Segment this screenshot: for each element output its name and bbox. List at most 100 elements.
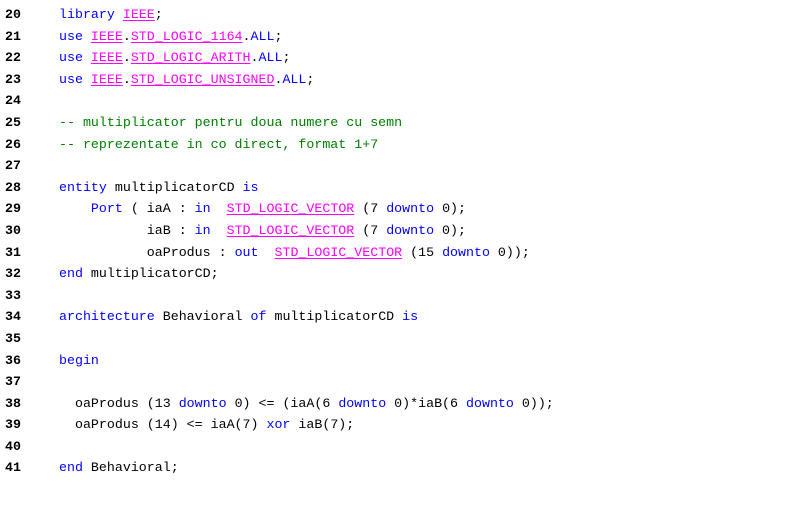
code-text[interactable]: end multiplicatorCD; <box>59 263 219 285</box>
keyword-token: Port <box>90 201 123 217</box>
keyword-token: library <box>59 7 123 22</box>
code-text[interactable]: oaProdus (13 downto 0) <= (iaA(6 downto … <box>59 393 554 415</box>
code-text[interactable]: use IEEE.STD_LOGIC_1164.ALL; <box>59 26 282 48</box>
code-text[interactable]: library IEEE; <box>59 4 163 26</box>
code-line[interactable]: 34 architecture Behavioral of multiplicat… <box>0 306 808 328</box>
text-token: 0); <box>434 222 466 238</box>
code-line[interactable]: 23 use IEEE.STD_LOGIC_UNSIGNED.ALL; <box>0 69 808 91</box>
line-number: 37 <box>5 374 21 390</box>
code-line[interactable]: 31 oaProdus : out STD_LOGIC_VECTOR (15 d… <box>0 242 808 264</box>
code-line[interactable]: 41 end Behavioral; <box>0 457 808 479</box>
line-number: 25 <box>5 114 21 130</box>
code-text[interactable]: -- multiplicator pentru doua numere cu s… <box>59 112 402 134</box>
code-line[interactable]: 26 -- reprezentate in co direct, format 1… <box>0 134 808 156</box>
keyword-token: xor <box>266 417 291 433</box>
keyword-token: in <box>194 222 211 238</box>
code-text[interactable]: iaB : in STD_LOGIC_VECTOR (7 downto 0); <box>59 220 466 242</box>
text-token: iaB : <box>59 222 195 238</box>
code-text[interactable]: oaProdus : out STD_LOGIC_VECTOR (15 down… <box>59 242 530 264</box>
code-line[interactable]: 21 use IEEE.STD_LOGIC_1164.ALL; <box>0 26 808 48</box>
keyword-token: end <box>59 266 91 282</box>
keyword-token: is <box>242 179 259 195</box>
code-editor[interactable]: 20 library IEEE; 21 use IEEE.STD_LOGIC_1164… <box>0 0 808 525</box>
code-line[interactable]: 22 use IEEE.STD_LOGIC_ARITH.ALL; <box>0 47 808 69</box>
code-text[interactable]: oaProdus (14) <= iaA(7) xor iaB(7); <box>59 414 354 436</box>
text-token: ; <box>282 50 291 66</box>
code-line[interactable]: 30 iaB : in STD_LOGIC_VECTOR (7 downto 0… <box>0 220 808 242</box>
library-token: STD_LOGIC_ARITH <box>130 50 251 66</box>
text-token: ; <box>306 71 315 87</box>
keyword-token: architecture <box>59 309 163 325</box>
text-token: iaB(7); <box>290 417 355 433</box>
library-token: STD_LOGIC_VECTOR <box>226 201 355 217</box>
text-token: . <box>122 28 131 44</box>
line-number: 27 <box>5 158 21 174</box>
code-line[interactable]: 32 end multiplicatorCD; <box>0 263 808 285</box>
library-token: STD_LOGIC_VECTOR <box>226 222 355 238</box>
library-token: STD_LOGIC_UNSIGNED <box>130 71 275 87</box>
text-token: Behavioral; <box>90 460 179 476</box>
line-number: 28 <box>5 179 21 195</box>
code-line[interactable]: 35 <box>0 328 808 350</box>
text-token: 0)); <box>513 395 554 411</box>
code-line[interactable]: 36 begin <box>0 350 808 372</box>
code-text[interactable]: entity multiplicatorCD is <box>59 177 259 199</box>
library-token: STD_LOGIC_VECTOR <box>274 244 403 260</box>
library-token: IEEE <box>90 28 123 44</box>
code-line[interactable]: 39 oaProdus (14) <= iaA(7) xor iaB(7); <box>0 414 808 436</box>
code-text[interactable]: begin <box>59 350 99 372</box>
text-token: multiplicatorCD <box>114 179 243 195</box>
library-token: IEEE <box>122 7 155 22</box>
code-line[interactable]: 37 <box>0 371 808 393</box>
text-token: (7 <box>354 222 387 238</box>
keyword-token: downto <box>386 201 435 217</box>
text-token: oaProdus : <box>59 244 235 260</box>
line-number: 38 <box>5 395 21 411</box>
text-token: 0) <= (iaA(6 <box>226 395 339 411</box>
text-token: . <box>250 50 259 66</box>
code-line[interactable]: 24 <box>0 90 808 112</box>
text-token: . <box>242 28 251 44</box>
code-line[interactable]: 29 Port ( iaA : in STD_LOGIC_VECTOR (7 d… <box>0 198 808 220</box>
text-token: ( iaA : <box>122 201 195 217</box>
library-token: STD_LOGIC_1164 <box>130 28 243 44</box>
line-number: 35 <box>5 330 21 346</box>
code-line[interactable]: 40 <box>0 436 808 458</box>
code-text[interactable]: -- reprezentate in co direct, format 1+7 <box>59 134 378 156</box>
keyword-token: downto <box>442 244 490 260</box>
line-number: 26 <box>5 136 21 152</box>
text-token: 0); <box>434 201 467 217</box>
code-text[interactable]: Port ( iaA : in STD_LOGIC_VECTOR (7 down… <box>59 198 466 220</box>
code-text[interactable]: use IEEE.STD_LOGIC_UNSIGNED.ALL; <box>59 69 314 91</box>
code-text[interactable]: use IEEE.STD_LOGIC_ARITH.ALL; <box>59 47 290 69</box>
code-line[interactable]: 38 oaProdus (13 downto 0) <= (iaA(6 down… <box>0 393 808 415</box>
line-number: 32 <box>5 266 21 282</box>
text-token: oaProdus (13 <box>59 395 179 411</box>
line-number: 34 <box>5 309 21 325</box>
code-line[interactable]: 25 -- multiplicator pentru doua numere cu… <box>0 112 808 134</box>
keyword-token: ALL <box>258 50 283 66</box>
keyword-token: end <box>59 460 91 476</box>
code-text[interactable]: architecture Behavioral of multiplicator… <box>59 306 418 328</box>
text-token: 0)); <box>489 244 530 260</box>
code-line[interactable]: 33 <box>0 285 808 307</box>
text-token: . <box>122 50 131 66</box>
code-line[interactable]: 28 entity multiplicatorCD is <box>0 177 808 199</box>
keyword-token: begin <box>59 352 99 368</box>
line-number: 41 <box>5 460 21 476</box>
line-number: 40 <box>5 438 21 454</box>
line-number: 33 <box>5 287 21 303</box>
text-token: (15 <box>402 244 443 260</box>
code-text[interactable]: end Behavioral; <box>59 457 179 479</box>
library-token: IEEE <box>90 50 123 66</box>
line-number: 22 <box>5 50 21 66</box>
text-token: 0)*iaB(6 <box>386 395 466 411</box>
keyword-token: entity <box>59 179 115 195</box>
line-number: 36 <box>5 352 21 368</box>
code-line[interactable]: 20 library IEEE; <box>0 4 808 26</box>
code-line[interactable]: 27 <box>0 155 808 177</box>
